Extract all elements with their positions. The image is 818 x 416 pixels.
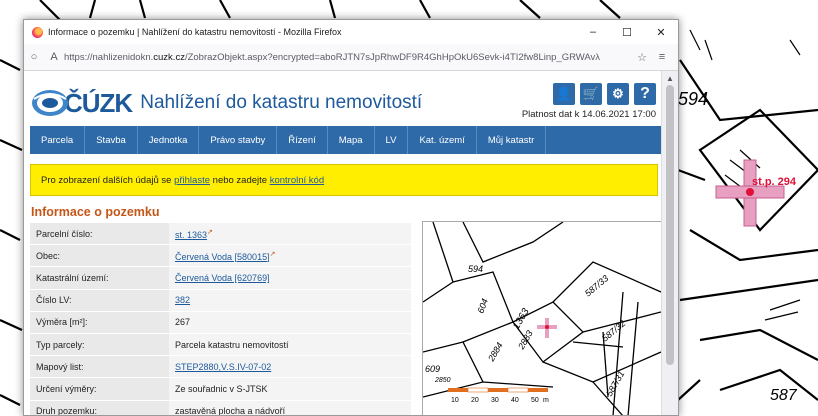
table-row: Parcelní číslo: st. 1363↗	[30, 223, 411, 246]
app-menu-icon[interactable]: ≡	[652, 51, 672, 63]
lv-number-link[interactable]: 382	[175, 295, 190, 305]
row-label: Určení výměry:	[30, 377, 169, 401]
parcel-number-link[interactable]: st. 1363	[175, 230, 207, 240]
map-label: 587/32	[600, 318, 628, 343]
row-label: Typ parcely:	[30, 333, 169, 357]
minimize-button[interactable]: –	[576, 20, 610, 44]
bg-map-parcel-label: st.p. 294	[752, 176, 797, 188]
login-link[interactable]: přihlaste	[174, 175, 210, 186]
external-link-icon: ↗	[207, 228, 213, 236]
map-label: 2884	[486, 341, 505, 364]
row-value: 267	[169, 311, 411, 334]
scale-bar: 10 20 30 40 50 m	[448, 387, 549, 404]
menu-item-muj-katastr[interactable]: Můj katastr	[477, 126, 547, 154]
url-domain: cuzk.cz	[153, 51, 185, 63]
bg-map-label-594: 594	[678, 89, 708, 109]
page-scrollbar[interactable]: ▲	[661, 71, 678, 415]
row-value: st. 1363↗	[169, 223, 411, 246]
cart-icon[interactable]: 🛒	[580, 83, 602, 105]
table-row: Mapový list: STEP2880,V.S.IV-07-02	[30, 355, 411, 379]
row-label: Obec:	[30, 244, 169, 268]
login-notice: Pro zobrazení dalších údajů se přihlaste…	[30, 164, 658, 196]
map-label: 609	[425, 364, 440, 374]
page-content: ČÚZK Nahlížení do katastru nemovitostí 👤…	[24, 71, 662, 415]
map-label: 2883	[516, 329, 535, 352]
scale-label: 50	[531, 397, 539, 404]
bookmark-star-icon[interactable]: ☆	[632, 51, 652, 64]
scale-label: 30	[491, 397, 499, 404]
row-value: Parcela katastru nemovitostí	[169, 333, 411, 357]
table-row: Katastrální území: Červená Voda [620769]	[30, 266, 411, 290]
main-menu: Parcela Stavba Jednotka Právo stavby Říz…	[30, 126, 662, 154]
menu-item-mapa[interactable]: Mapa	[328, 126, 375, 154]
row-value: 382	[169, 289, 411, 312]
address-bar[interactable]: https://nahlizenidokn.cuzk.cz/ZobrazObje…	[64, 52, 632, 63]
data-validity: Platnost dat k 14.06.2021 17:00	[521, 109, 656, 120]
row-value: Červená Voda [580015]↗	[169, 244, 411, 268]
row-label: Parcelní číslo:	[30, 223, 169, 246]
site-title: Nahlížení do katastru nemovitostí	[140, 92, 423, 113]
url-prefix: https://nahlizenidokn.	[64, 51, 154, 63]
window-title: Informace o pozemku | Nahlížení do katas…	[48, 27, 342, 37]
menu-item-stavba[interactable]: Stavba	[85, 126, 138, 154]
navigation-bar: ○ A https://nahlizenidokn.cuzk.cz/Zobraz…	[24, 44, 678, 71]
header-tools: 👤 🛒 ⚙ ?	[553, 83, 656, 105]
url-path: /ZobrazObjekt.aspx?encrypted=aboRJTN7sJp…	[184, 51, 601, 63]
scale-label: 10	[451, 397, 459, 404]
section-heading: Informace o pozemku	[31, 205, 160, 219]
settings-icon[interactable]: ⚙	[607, 83, 629, 105]
map-preview-drawing: 594 604 587/33 587/32 587/31 2884 2883 6…	[423, 222, 661, 415]
cuzk-emblem-icon	[32, 90, 68, 116]
menu-item-parcela[interactable]: Parcela	[30, 126, 86, 154]
scrollbar-thumb[interactable]	[666, 85, 674, 365]
municipality-link[interactable]: Červená Voda [580015]	[175, 252, 270, 262]
map-label: 594	[468, 264, 483, 274]
table-row: Obec: Červená Voda [580015]↗	[30, 244, 411, 268]
menu-item-pravo-stavby[interactable]: Právo stavby	[199, 126, 278, 154]
site-info-lock-icon[interactable]: A	[44, 51, 64, 63]
menu-item-jednotka[interactable]: Jednotka	[138, 126, 200, 154]
scale-label: 40	[511, 397, 519, 404]
table-row: Výměra [m²]: 267	[30, 311, 411, 334]
scroll-up-icon[interactable]: ▲	[662, 74, 678, 83]
table-row: Určení výměry: Ze souřadnic v S-JTSK	[30, 377, 411, 401]
scale-label: 20	[471, 397, 479, 404]
row-value: Ze souřadnic v S-JTSK	[169, 377, 411, 401]
logo-text: ČÚZK	[64, 87, 133, 118]
parcel-info-table: Parcelní číslo: st. 1363↗ Obec: Červená Vo…	[30, 223, 411, 415]
row-value: Červená Voda [620769]	[169, 266, 411, 290]
bg-map-label-587: 587	[770, 387, 798, 404]
close-button[interactable]: ✕	[644, 20, 678, 44]
scale-unit: m	[543, 397, 549, 404]
row-label: Katastrální území:	[30, 266, 169, 290]
cuzk-logo[interactable]: ČÚZK Nahlížení do katastru nemovitostí	[30, 87, 422, 119]
user-icon[interactable]: 👤	[553, 83, 575, 105]
maximize-button[interactable]: ☐	[610, 20, 644, 44]
control-code-link[interactable]: kontrolní kód	[270, 175, 324, 186]
title-bar: Informace o pozemku | Nahlížení do katas…	[24, 20, 678, 44]
map-label: 1363	[511, 306, 532, 331]
menu-item-rizeni[interactable]: Řízení	[277, 126, 328, 154]
row-label: Mapový list:	[30, 355, 169, 379]
map-sheet-link[interactable]: STEP2880,V.S.IV-07-02	[175, 362, 271, 372]
table-row: Číslo LV: 382	[30, 289, 411, 312]
firefox-logo-icon	[32, 26, 43, 38]
map-label: 604	[475, 297, 490, 315]
row-value: STEP2880,V.S.IV-07-02	[169, 355, 411, 379]
notice-text-middle: nebo zadejte	[212, 174, 268, 186]
parcel-map-preview[interactable]: 594 604 587/33 587/32 587/31 2884 2883 6…	[422, 221, 662, 415]
row-label: Číslo LV:	[30, 289, 169, 312]
help-icon[interactable]: ?	[634, 83, 656, 105]
browser-window: Informace o pozemku | Nahlížení do katas…	[23, 19, 679, 416]
cadastral-area-link[interactable]: Červená Voda [620769]	[175, 273, 270, 283]
table-row: Typ parcely: Parcela katastru nemovitostí	[30, 333, 411, 357]
menu-item-kat-uzemi[interactable]: Kat. území	[408, 126, 477, 154]
row-label: Výměra [m²]:	[30, 311, 169, 334]
tracking-protection-icon[interactable]: ○	[24, 51, 44, 63]
notice-text-before: Pro zobrazení dalších údajů se	[41, 174, 172, 186]
external-link-icon: ↗	[269, 250, 276, 258]
menu-item-lv[interactable]: LV	[375, 126, 409, 154]
map-label: 2850	[434, 377, 451, 384]
map-label: 587/33	[583, 273, 611, 298]
